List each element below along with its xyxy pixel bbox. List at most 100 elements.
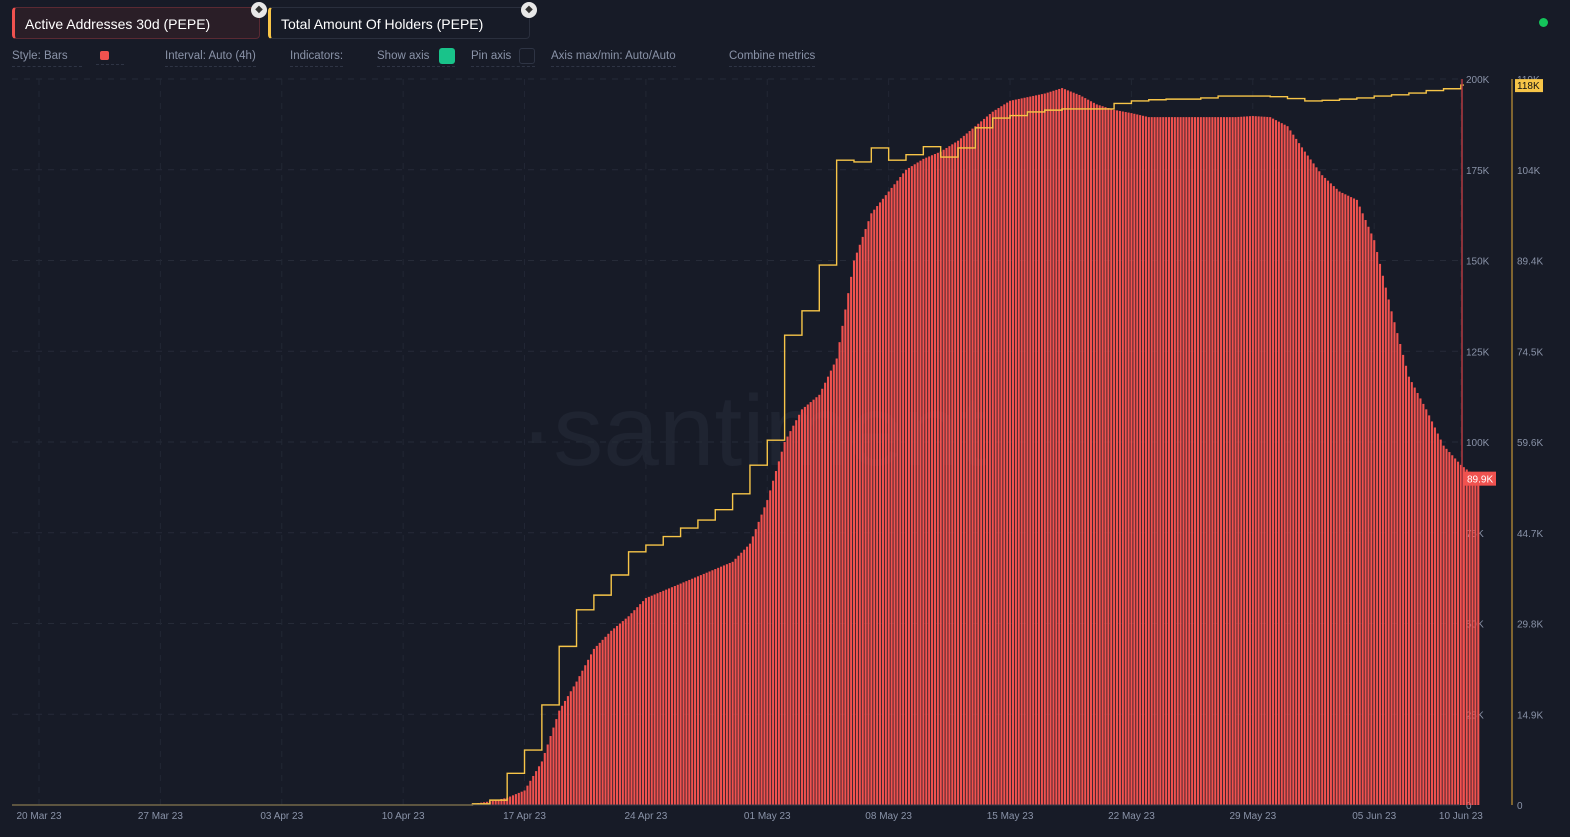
- bar: [1335, 188, 1338, 805]
- bar: [1196, 117, 1199, 806]
- bar: [618, 623, 621, 805]
- bar: [800, 409, 804, 805]
- bar: [705, 572, 708, 805]
- bar: [933, 154, 936, 805]
- bar: [1228, 117, 1231, 806]
- bar: [1433, 427, 1436, 805]
- bar: [954, 142, 957, 805]
- bar: [1263, 116, 1266, 805]
- bar: [1003, 104, 1006, 805]
- x-tick: 27 Mar 23: [138, 811, 183, 822]
- bar: [1454, 458, 1457, 805]
- bar: [1156, 117, 1159, 806]
- bar: [991, 111, 994, 806]
- bar: [980, 121, 983, 806]
- bar: [847, 293, 850, 805]
- bar: [1404, 365, 1408, 805]
- y-right-tick: 89.4K: [1517, 257, 1543, 268]
- bar: [1049, 91, 1052, 805]
- bar: [1217, 117, 1220, 806]
- bar: [1257, 116, 1260, 806]
- bar: [852, 260, 856, 805]
- x-tick: 01 May 23: [744, 811, 791, 822]
- bar: [1176, 117, 1179, 806]
- bar: [509, 796, 512, 805]
- bar: [1407, 376, 1410, 805]
- bar: [642, 601, 645, 805]
- bar: [1127, 112, 1130, 805]
- y-left-tick: 125K: [1466, 347, 1490, 358]
- bar: [595, 645, 598, 805]
- bar: [1029, 96, 1032, 806]
- bar: [777, 461, 780, 805]
- bar: [708, 571, 711, 805]
- bar: [1442, 445, 1445, 805]
- bar: [844, 309, 847, 805]
- bar: [1303, 151, 1306, 806]
- bar: [798, 414, 801, 805]
- bar: [985, 116, 989, 805]
- bar: [702, 573, 705, 805]
- bar: [1378, 263, 1382, 805]
- x-tick: 10 Apr 23: [382, 811, 425, 822]
- bar: [610, 630, 613, 805]
- bar: [1300, 147, 1304, 806]
- bar: [786, 436, 789, 805]
- bar: [1040, 94, 1043, 805]
- bar: [913, 164, 916, 805]
- bar: [1118, 110, 1121, 806]
- bar: [1361, 213, 1364, 805]
- chart[interactable]: ·santiment 0025K14.9K50K29.8K75K44.7K100…: [0, 0, 1570, 837]
- bar: [855, 252, 858, 805]
- bar: [601, 639, 604, 805]
- bar: [1393, 322, 1396, 805]
- bar: [931, 155, 934, 806]
- bar: [1017, 98, 1020, 806]
- x-tick: 03 Apr 23: [260, 811, 303, 822]
- bar: [725, 564, 728, 805]
- bar: [1173, 117, 1176, 806]
- bar: [569, 691, 572, 805]
- bar: [1104, 107, 1107, 805]
- bar: [795, 420, 798, 805]
- bar: [1026, 97, 1029, 805]
- last-value-left: 89.9K: [1467, 475, 1493, 486]
- bar: [1037, 94, 1041, 806]
- bar: [1124, 112, 1127, 805]
- bar: [526, 785, 529, 805]
- bar: [549, 736, 552, 805]
- y-right-tick: 0: [1517, 801, 1523, 812]
- bar: [1153, 117, 1156, 806]
- y-left-tick: 200K: [1466, 75, 1490, 86]
- bar: [1023, 97, 1026, 805]
- bar: [902, 173, 905, 805]
- bar: [673, 585, 676, 805]
- bar: [821, 388, 824, 805]
- bar: [1020, 98, 1023, 806]
- bar: [959, 138, 963, 806]
- bar: [1011, 100, 1015, 806]
- bar: [1075, 93, 1078, 805]
- bar: [1364, 220, 1367, 805]
- bar: [720, 566, 723, 805]
- bar: [1329, 183, 1332, 806]
- bar: [876, 206, 879, 806]
- bar: [789, 431, 792, 805]
- bar: [1370, 233, 1373, 806]
- bar: [621, 621, 624, 805]
- bar: [910, 166, 913, 805]
- bar: [1052, 90, 1055, 806]
- bar: [598, 642, 601, 805]
- bar: [928, 156, 931, 805]
- bar: [1058, 88, 1061, 806]
- bar: [925, 157, 928, 805]
- bar: [1289, 130, 1292, 806]
- bar: [688, 579, 691, 805]
- bar: [919, 160, 922, 806]
- bar: [983, 118, 986, 806]
- bar: [584, 665, 587, 805]
- bar: [1280, 123, 1283, 806]
- bar: [1286, 126, 1289, 805]
- bar: [826, 376, 830, 805]
- bar: [589, 654, 593, 805]
